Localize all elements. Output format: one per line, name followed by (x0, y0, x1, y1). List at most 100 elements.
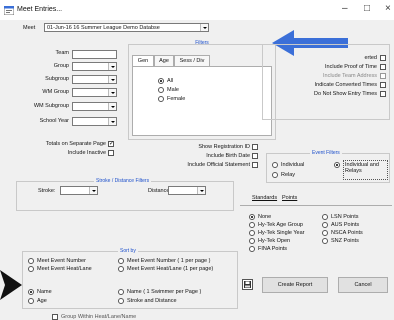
chevron-down-icon (108, 118, 116, 125)
wm-subgroup-dropdown[interactable] (72, 102, 117, 111)
totals-separate-page-label: Totals on Separate Page (45, 141, 106, 147)
lsn-points-label: LSN Points (331, 214, 359, 220)
gender-male-radio[interactable] (158, 87, 164, 93)
chevron-down-icon (108, 63, 116, 70)
sort-heat-lane-radio[interactable] (28, 266, 34, 272)
team-field[interactable] (72, 50, 117, 59)
sort-event-number-page-label: Meet Event Number ( 1 per page ) (127, 258, 211, 264)
no-entry-times-checkbox[interactable] (380, 91, 386, 97)
sort-name-radio[interactable] (28, 289, 34, 295)
filters-title: Filters (195, 40, 209, 46)
include-official-statement-label: Include Official Statement (187, 162, 250, 168)
meet-value: 01-Jun-16 16 Summer League Demo Databse (47, 25, 160, 31)
team-address-checkbox[interactable] (380, 73, 386, 79)
snz-points-label: SNZ Points (331, 238, 359, 244)
individual-and-relays-radio[interactable] (334, 162, 340, 168)
close-button[interactable]: × (385, 3, 391, 14)
sort-heat-lane-label: Meet Event Heat/Lane (37, 266, 92, 272)
meet-dropdown[interactable]: 01-Jun-16 16 Summer League Demo Databse (44, 23, 209, 32)
maximize-button[interactable]: □ (364, 3, 370, 14)
school-year-dropdown[interactable] (72, 117, 117, 126)
relay-radio[interactable] (272, 172, 278, 178)
distance-dropdown[interactable] (168, 186, 206, 195)
group-label: Group (53, 63, 69, 69)
individual-and-relays-label: Individual and Relays (343, 160, 388, 180)
tab-sess-div[interactable]: Sess / Div (174, 55, 210, 66)
tab-panel (132, 66, 272, 136)
event-filters-title: Event Filters (310, 150, 342, 156)
nsca-points-radio[interactable] (322, 230, 328, 236)
sort-event-number-page-radio[interactable] (118, 258, 124, 264)
include-inactive-checkbox[interactable] (108, 150, 114, 156)
tab-divider (240, 205, 392, 206)
stroke-label: Stroke: (38, 188, 56, 194)
aus-points-label: AUS Points (331, 222, 360, 228)
gender-all-label: All (167, 78, 174, 84)
wm-subgroup-label: WM Subgroup (33, 103, 69, 109)
age-group-radio[interactable] (249, 222, 255, 228)
option-checkbox[interactable] (380, 55, 386, 61)
sort-heat-lane-page-label: Meet Event Heat/Lane (1 per page) (127, 266, 214, 272)
wm-group-label: WM Group (42, 89, 69, 95)
sort-name-page-radio[interactable] (118, 289, 124, 295)
cancel-button[interactable]: Cancel (338, 277, 388, 293)
snz-points-radio[interactable] (322, 238, 328, 244)
chevron-down-icon (197, 187, 205, 194)
single-year-label: Hy-Tek Single Year (258, 230, 305, 236)
individual-label: Individual (281, 162, 305, 168)
individual-radio[interactable] (272, 162, 278, 168)
chevron-down-icon (108, 89, 116, 96)
window-title: Meet Entries... (17, 6, 63, 13)
proof-of-time-checkbox[interactable] (380, 64, 386, 70)
aus-points-radio[interactable] (322, 222, 328, 228)
show-registration-id-label: Show Registration ID (198, 144, 250, 150)
single-year-radio[interactable] (249, 230, 255, 236)
sort-heat-lane-page-radio[interactable] (118, 266, 124, 272)
option-label: erted (364, 55, 377, 61)
minimize-button[interactable]: – (342, 3, 348, 14)
school-year-label: School Year (39, 118, 69, 124)
show-registration-id-checkbox[interactable] (252, 144, 258, 150)
tab-gen[interactable]: Gen (132, 55, 154, 66)
stroke-dropdown[interactable] (60, 186, 98, 195)
gender-female-radio[interactable] (158, 96, 164, 102)
no-entry-times-label: Do Not Show Entry Times (314, 91, 377, 97)
subgroup-label: Subgroup (45, 76, 69, 82)
fina-points-radio[interactable] (249, 246, 255, 252)
team-label: Team (55, 50, 69, 56)
sort-stroke-distance-radio[interactable] (118, 298, 124, 304)
create-report-button[interactable]: Create Report (262, 277, 328, 293)
sort-event-number-label: Meet Event Number (37, 258, 86, 264)
title-bar: Meet Entries... – □ × (0, 0, 394, 20)
app-icon (4, 6, 14, 15)
sort-event-number-radio[interactable] (28, 258, 34, 264)
group-within-checkbox[interactable] (52, 314, 58, 320)
sort-by-title: Sort by (118, 248, 138, 254)
subgroup-dropdown[interactable] (72, 75, 117, 84)
chevron-down-icon (89, 187, 97, 194)
totals-separate-page-checkbox[interactable] (108, 140, 114, 147)
sort-age-radio[interactable] (28, 298, 34, 304)
include-official-statement-checkbox[interactable] (252, 162, 258, 168)
std-none-radio[interactable] (249, 214, 255, 220)
group-within-label: Group Within Heat/Lane/Name (61, 314, 137, 320)
gender-all-radio[interactable] (158, 78, 164, 84)
wm-group-dropdown[interactable] (72, 88, 117, 97)
chevron-down-icon (200, 24, 208, 31)
open-radio[interactable] (249, 238, 255, 244)
group-dropdown[interactable] (72, 62, 117, 71)
include-birth-date-checkbox[interactable] (252, 153, 258, 159)
open-label: Hy-Tek Open (258, 238, 291, 244)
stroke-distance-title: Stroke / Distance Filters (94, 178, 152, 184)
proof-of-time-label: Include Proof of Time (325, 64, 377, 70)
save-icon[interactable] (242, 279, 253, 290)
tab-standards[interactable]: Standards (252, 195, 277, 201)
include-birth-date-label: Include Birth Date (206, 153, 250, 159)
lsn-points-radio[interactable] (322, 214, 328, 220)
tab-points[interactable]: Points (282, 195, 297, 201)
fina-points-label: FINA Points (258, 246, 288, 252)
tab-age[interactable]: Age (154, 55, 174, 66)
sort-age-label: Age (37, 298, 47, 304)
nsca-points-label: NSCA Points (331, 230, 363, 236)
converted-times-checkbox[interactable] (380, 82, 386, 88)
